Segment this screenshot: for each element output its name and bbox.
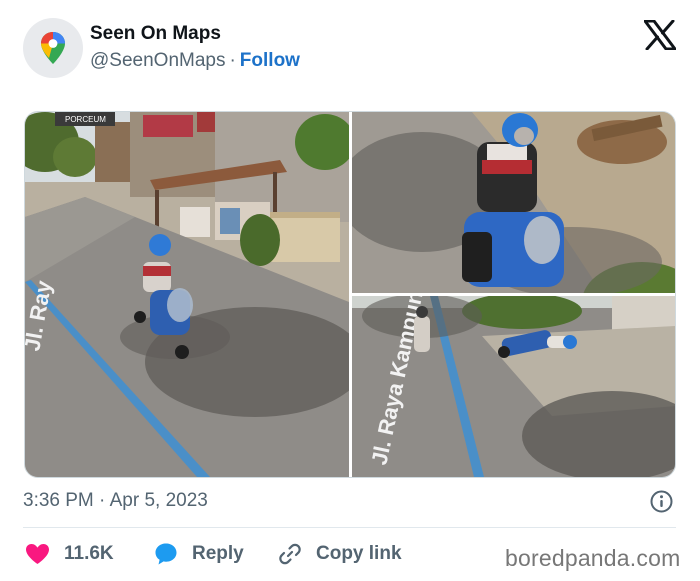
action-bar: 11.6K Reply Copy link bbox=[23, 540, 483, 568]
photo-road-fallen-bike[interactable]: Jl. Raya Kampungbaru bbox=[352, 296, 675, 477]
google-maps-pin-icon bbox=[41, 32, 65, 64]
follow-button[interactable]: Follow bbox=[240, 50, 300, 71]
like-count: 11.6K bbox=[64, 543, 114, 564]
photo-street-rider[interactable]: PORCEUM Jl. Ray bbox=[25, 112, 349, 477]
copy-link-button[interactable]: Copy link bbox=[278, 540, 402, 568]
like-button[interactable]: 11.6K bbox=[25, 540, 114, 568]
heart-icon bbox=[26, 544, 49, 564]
reply-button[interactable]: Reply bbox=[154, 540, 244, 568]
divider bbox=[23, 527, 676, 528]
info-icon[interactable] bbox=[650, 490, 673, 513]
avatar[interactable] bbox=[23, 18, 83, 78]
copy-link-label: Copy link bbox=[316, 543, 402, 564]
shop-sign-text: PORCEUM bbox=[65, 115, 106, 124]
link-icon bbox=[279, 543, 301, 565]
tweet-timestamp[interactable]: 3:36 PM · Apr 5, 2023 bbox=[23, 490, 208, 512]
reply-label: Reply bbox=[192, 543, 244, 564]
photo-rider-closeup[interactable] bbox=[352, 112, 675, 293]
user-handle[interactable]: @SeenOnMaps bbox=[90, 50, 225, 71]
media-grid: PORCEUM Jl. Ray Jl. Raya Kampungbaru bbox=[24, 111, 676, 478]
x-logo-icon[interactable] bbox=[644, 20, 676, 50]
handle-row: @SeenOnMaps · Follow bbox=[90, 50, 300, 72]
tweet-card: Seen On Maps @SeenOnMaps · Follow PORCEU… bbox=[0, 0, 700, 581]
speech-bubble-icon bbox=[155, 543, 177, 565]
watermark-text: boredpanda.com bbox=[505, 545, 681, 571]
display-name[interactable]: Seen On Maps bbox=[90, 23, 221, 45]
separator-dot: · bbox=[229, 50, 236, 71]
